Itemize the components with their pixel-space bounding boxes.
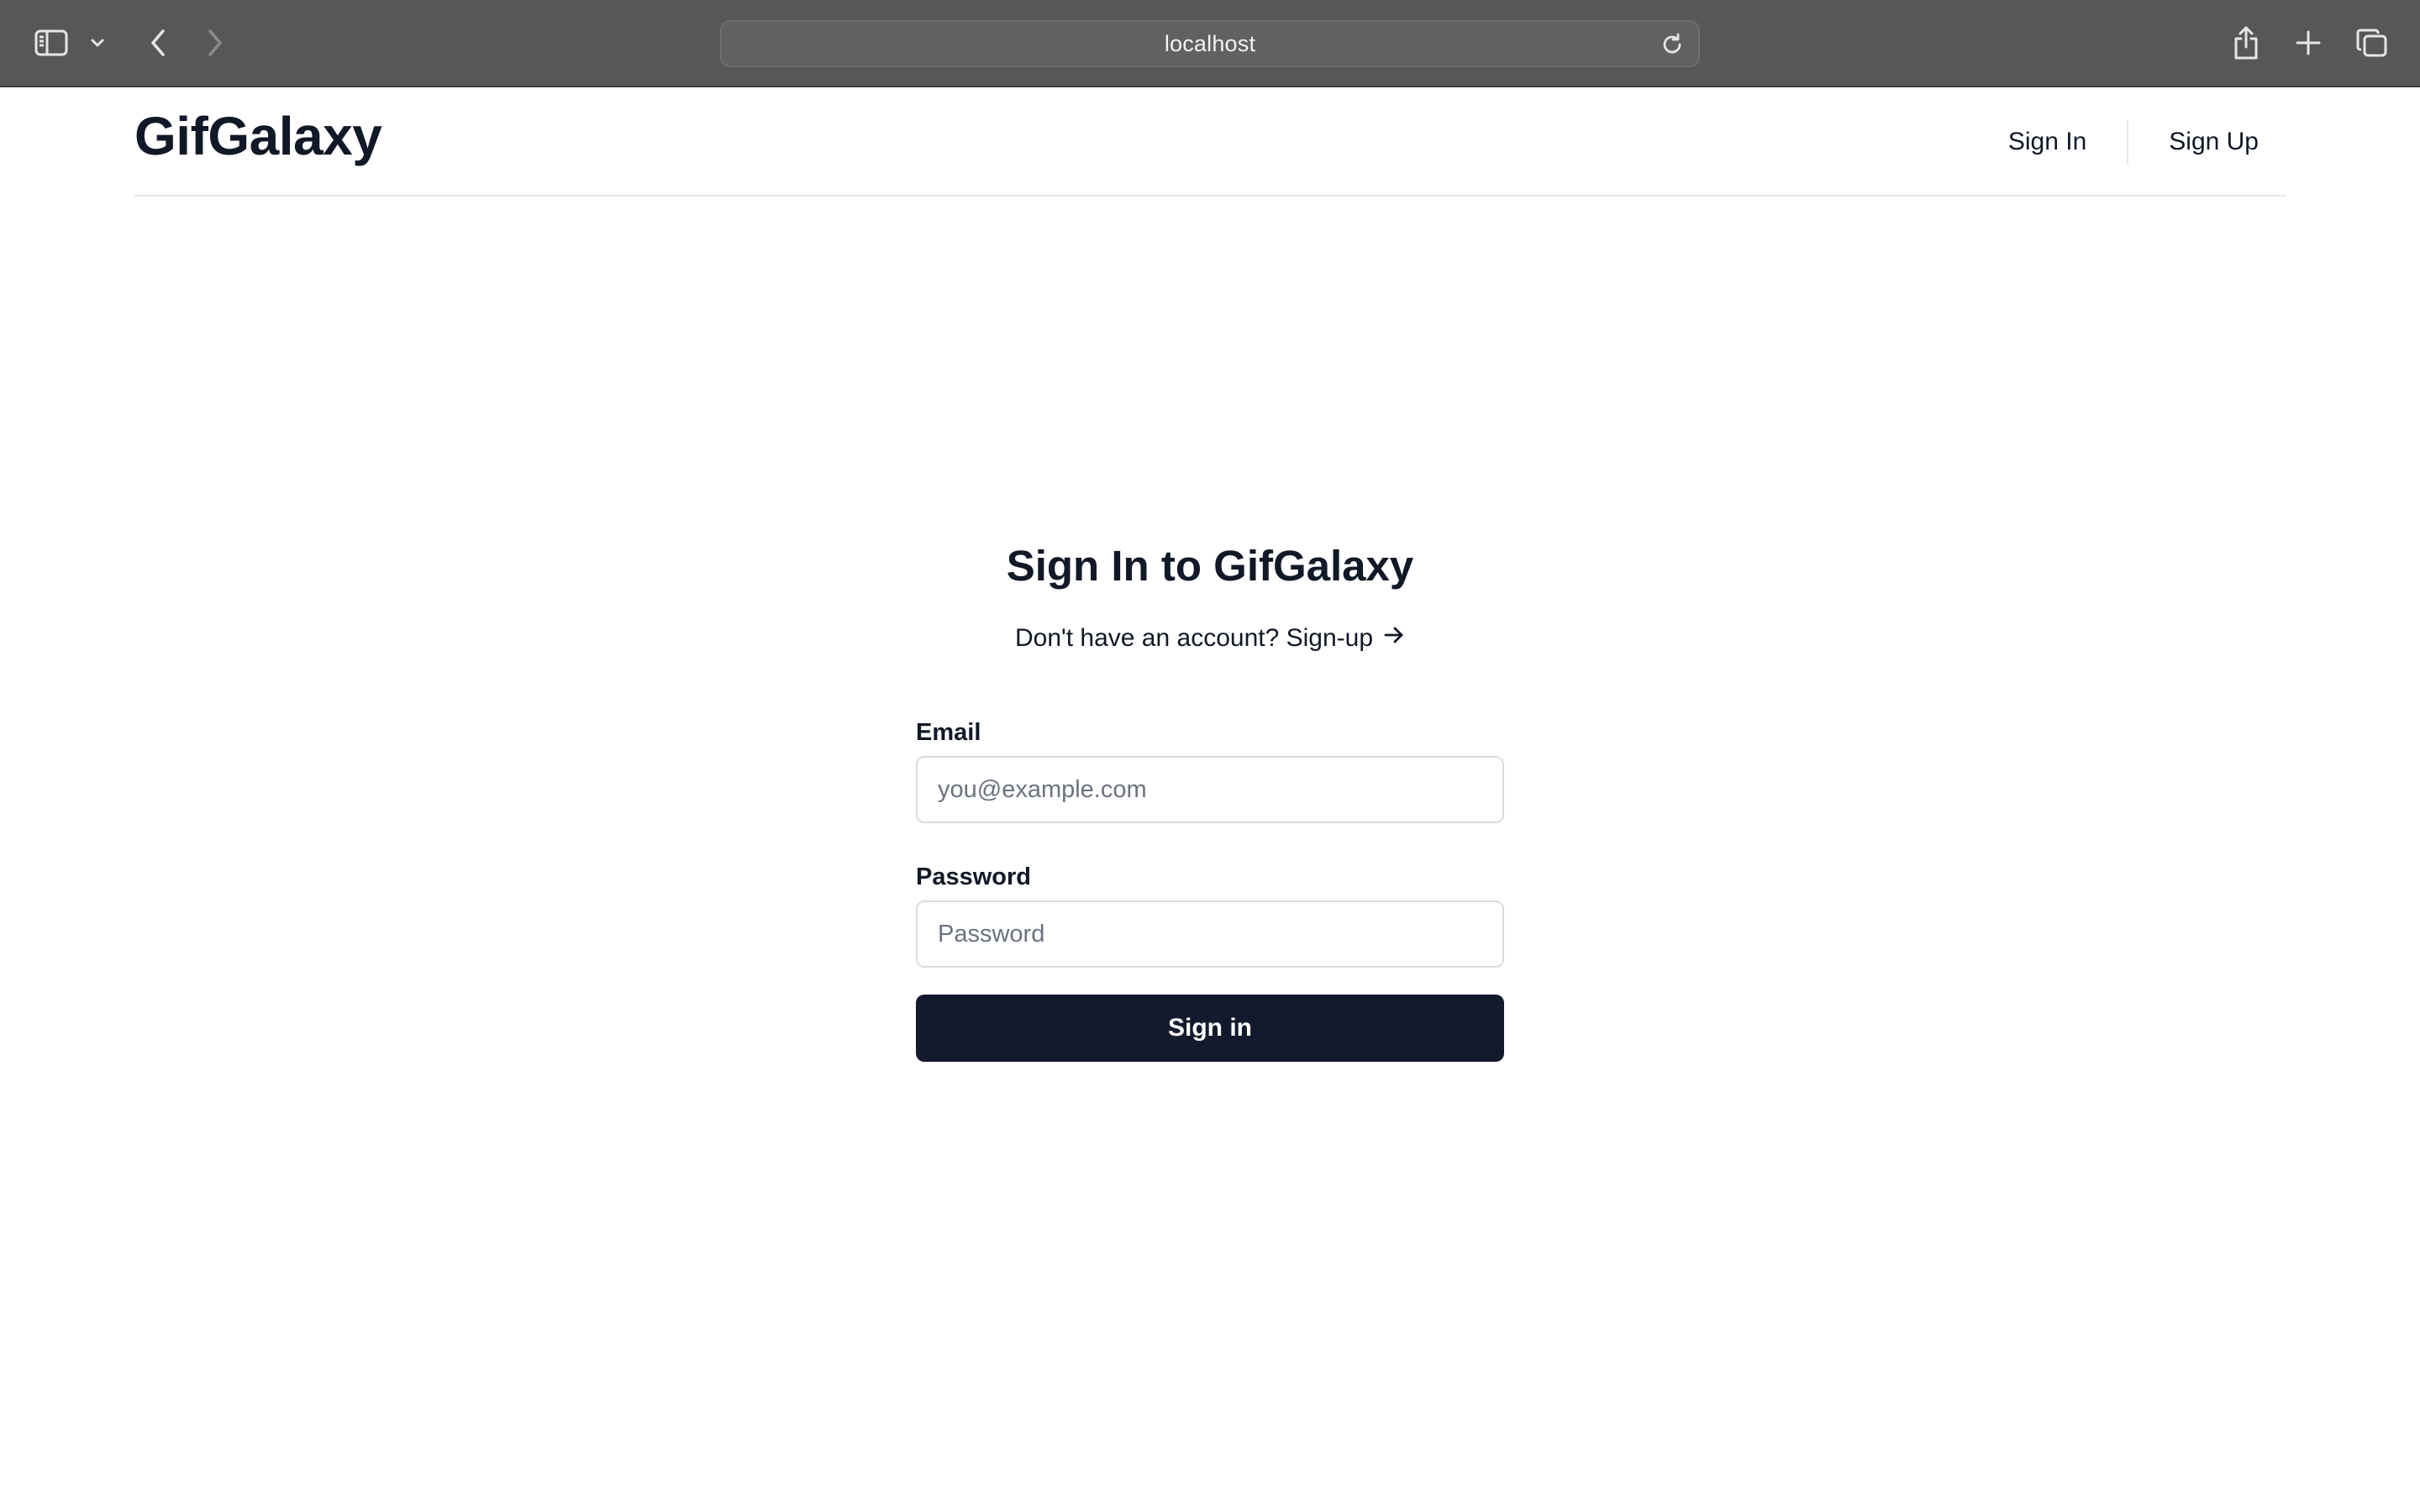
tabs-icon[interactable] — [2349, 24, 2395, 62]
sign-in-button[interactable]: Sign in — [916, 995, 1504, 1062]
nav-sign-up-link[interactable]: Sign Up — [2142, 119, 2286, 165]
plus-icon[interactable] — [2287, 24, 2329, 62]
password-input[interactable] — [916, 900, 1504, 968]
arrow-right-icon — [1383, 621, 1405, 654]
password-label: Password — [916, 864, 1031, 890]
signin-panel: Sign In to GifGalaxy Don't have an accou… — [916, 538, 1504, 1062]
signin-form: Email Password Sign in — [916, 717, 1504, 1062]
signup-link[interactable]: Don't have an account? Sign-up — [1015, 624, 1405, 652]
chevron-right-icon[interactable] — [198, 24, 232, 62]
sidebar-icon[interactable] — [30, 24, 72, 62]
signup-prompt: Don't have an account? Sign-up — [916, 622, 1504, 655]
email-input[interactable] — [916, 756, 1504, 823]
email-field-group: Email — [916, 717, 1504, 823]
email-label: Email — [916, 719, 981, 746]
browser-toolbar: localhost — [0, 0, 2420, 87]
signup-link-text: Don't have an account? Sign-up — [1014, 624, 1374, 652]
password-field-group: Password — [916, 862, 1504, 968]
nav-sign-in-link[interactable]: Sign In — [1981, 119, 2113, 165]
site-logo[interactable]: GifGalaxy — [134, 109, 382, 163]
site-header: GifGalaxy Sign In Sign Up — [134, 87, 2286, 197]
nav-divider — [2127, 120, 2129, 164]
share-icon[interactable] — [2225, 20, 2267, 66]
chevron-left-icon[interactable] — [141, 24, 175, 62]
reload-icon[interactable] — [1658, 30, 1686, 59]
address-bar[interactable]: localhost — [720, 20, 1700, 67]
chevron-down-icon[interactable] — [84, 30, 111, 55]
page-title: Sign In to GifGalaxy — [1006, 542, 1414, 590]
header-nav: Sign In Sign Up — [1981, 119, 2286, 165]
address-text: localhost — [1164, 30, 1256, 56]
